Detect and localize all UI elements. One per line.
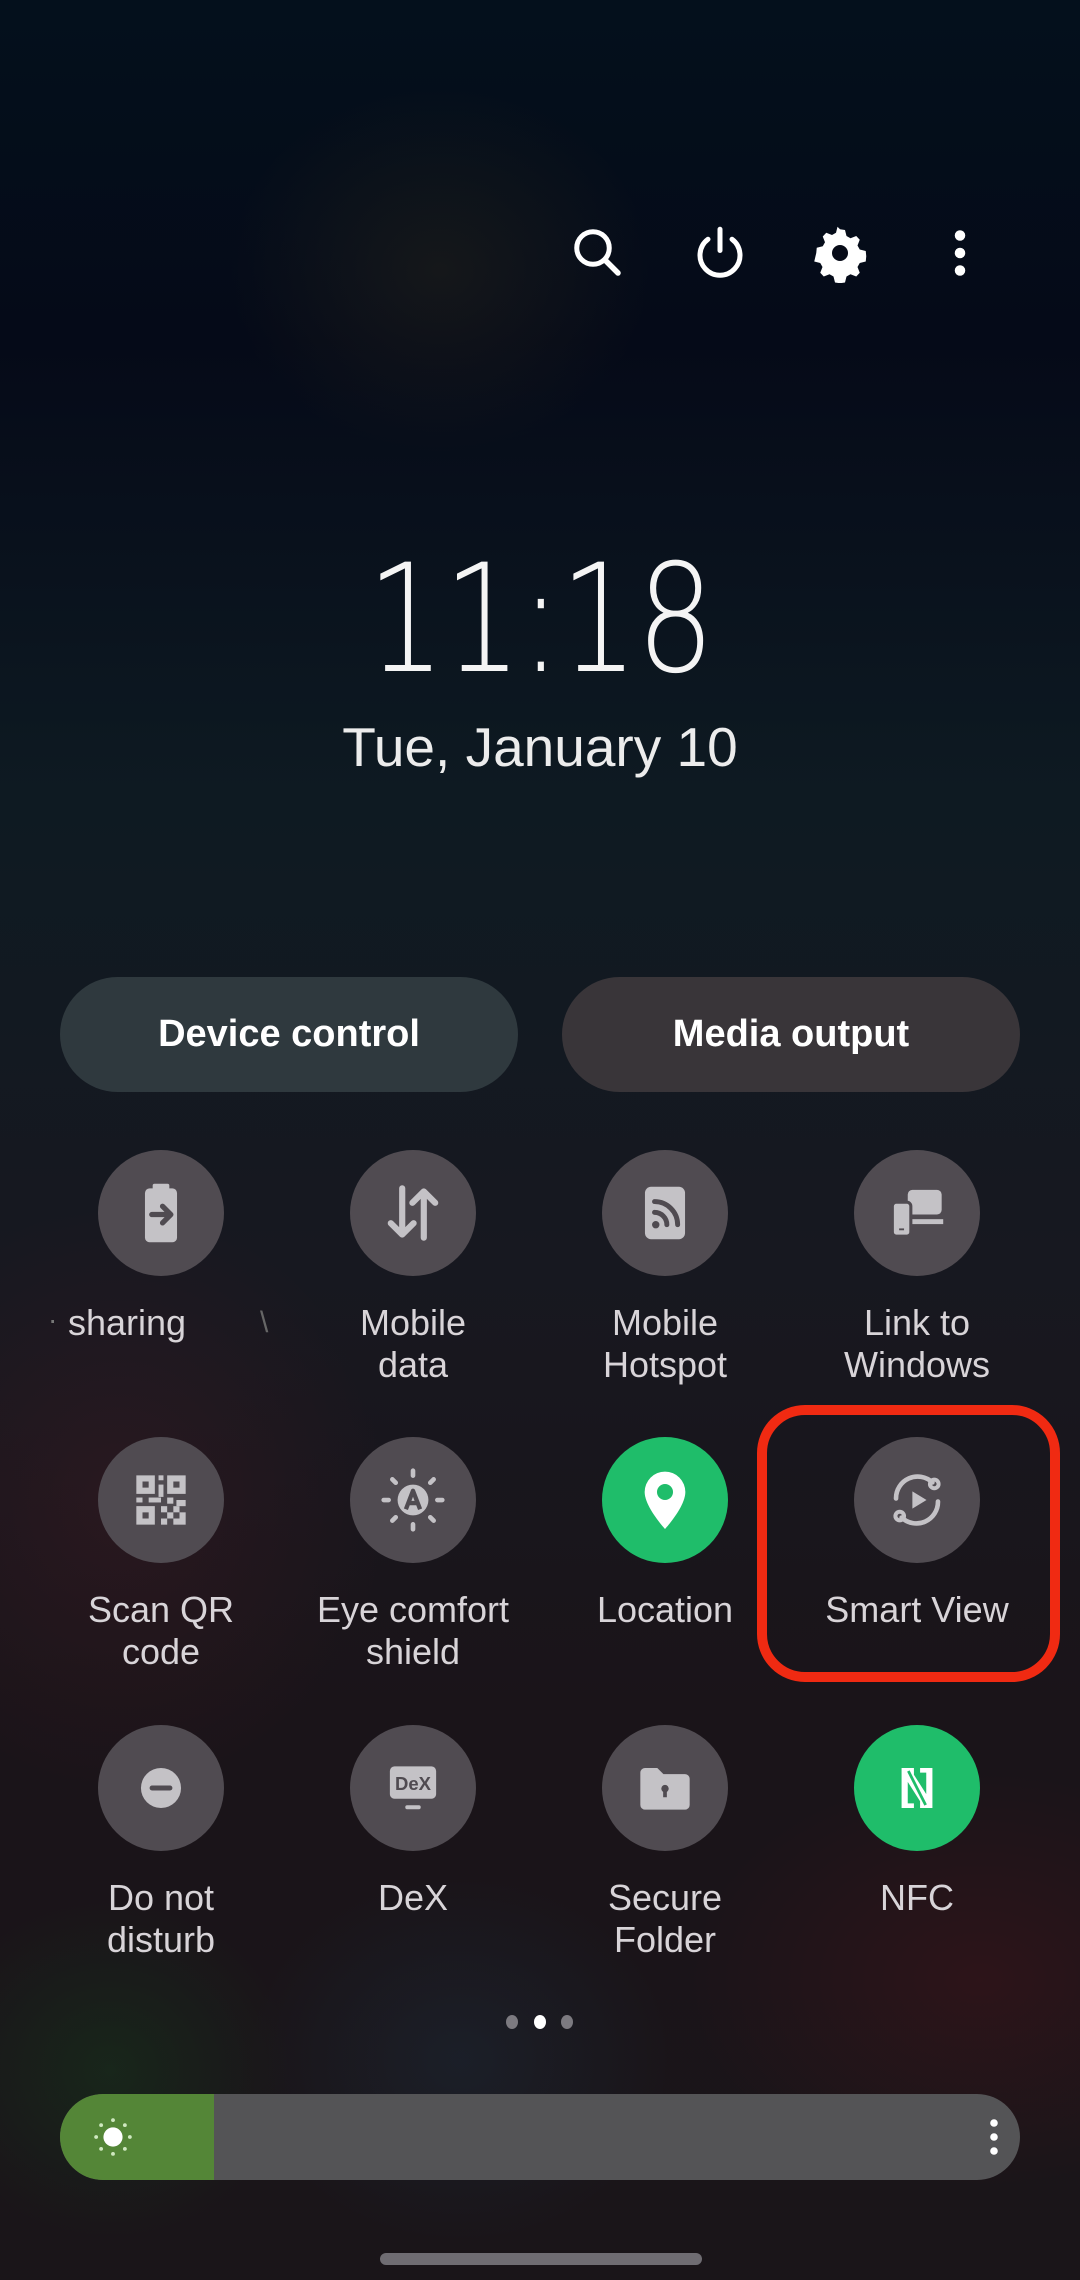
tile-label: Location — [596, 1589, 734, 1630]
media-output-button[interactable]: Media output — [562, 977, 1020, 1092]
secure-folder-icon — [628, 1751, 702, 1825]
partial-text-fragment: \ — [260, 1306, 269, 1339]
hotspot-icon — [628, 1176, 702, 1250]
location-pin-icon — [628, 1463, 702, 1537]
dex-icon: DeX — [376, 1751, 450, 1825]
tile-toggle-nfc[interactable] — [854, 1725, 980, 1851]
tile-label: Eye comfort shield — [316, 1589, 510, 1672]
tile-label: Scan QR code — [87, 1589, 235, 1672]
page-dot — [506, 2015, 518, 2029]
tile-secure-folder[interactable]: Secure Folder — [540, 1725, 790, 1961]
tile-eye-comfort-shield[interactable]: Eye comfort shield — [288, 1437, 538, 1673]
page-dot — [561, 2015, 573, 2029]
nfc-icon — [880, 1751, 954, 1825]
eye-comfort-icon — [376, 1463, 450, 1537]
power-icon — [697, 226, 743, 278]
clock-time: 11:18 — [366, 533, 715, 707]
tile-label: NFC — [880, 1877, 954, 1918]
tile-label: Mobile data — [359, 1302, 467, 1385]
battery-share-icon — [124, 1176, 198, 1250]
partial-text-fragment: · — [48, 1304, 58, 1335]
brightness-more-icon[interactable] — [970, 2113, 1018, 2161]
home-gesture-bar[interactable] — [380, 2253, 702, 2265]
tile-location[interactable]: Location — [540, 1437, 790, 1631]
tile-toggle-mobile-hotspot[interactable] — [602, 1150, 728, 1276]
page-dot — [534, 2015, 546, 2029]
tile-toggle-mobile-data[interactable] — [350, 1150, 476, 1276]
tile-mobile-data[interactable]: Mobile data — [288, 1150, 538, 1386]
tile-link-to-windows[interactable]: Link to Windows — [792, 1150, 1042, 1386]
qr-code-icon — [124, 1463, 198, 1537]
tile-toggle-smart-view[interactable] — [854, 1437, 980, 1563]
tile-toggle-do-not-disturb[interactable] — [98, 1725, 224, 1851]
tile-toggle-dex[interactable]: DeX — [350, 1725, 476, 1851]
tile-toggle-eye-comfort-shield[interactable] — [350, 1437, 476, 1563]
tile-label: Smart View — [825, 1589, 1009, 1630]
brightness-slider[interactable] — [60, 2094, 1020, 2180]
tile-label: Mobile Hotspot — [602, 1302, 728, 1385]
link-to-windows-icon — [880, 1176, 954, 1250]
tile-toggle-scan-qr-code[interactable] — [98, 1437, 224, 1563]
do-not-disturb-icon — [124, 1751, 198, 1825]
tile-toggle-location[interactable] — [602, 1437, 728, 1563]
tile-nfc[interactable]: NFC — [792, 1725, 1042, 1919]
settings-button[interactable] — [804, 217, 876, 289]
brightness-slider-fill — [60, 2094, 214, 2180]
clock-date: Tue, January 10 — [342, 716, 738, 778]
tile-toggle-sharing[interactable] — [98, 1150, 224, 1276]
tile-label: Secure Folder — [607, 1877, 723, 1960]
svg-text:DeX: DeX — [395, 1773, 432, 1794]
tile-mobile-hotspot[interactable]: Mobile Hotspot — [540, 1150, 790, 1386]
tile-label: DeX — [377, 1877, 449, 1918]
search-icon — [574, 229, 621, 276]
more-options-button[interactable] — [924, 217, 996, 289]
tile-dex[interactable]: DeX DeX — [288, 1725, 538, 1919]
more-options-icon — [954, 230, 966, 276]
device-control-button[interactable]: Device control — [60, 977, 518, 1092]
smart-view-icon — [880, 1463, 954, 1537]
tile-sharing[interactable]: sharing — [36, 1150, 286, 1344]
tile-label: Do not disturb — [106, 1877, 216, 1960]
tile-do-not-disturb[interactable]: Do not disturb — [36, 1725, 286, 1961]
tile-scan-qr-code[interactable]: Scan QR code — [36, 1437, 286, 1673]
search-button[interactable] — [562, 217, 634, 289]
tile-toggle-link-to-windows[interactable] — [854, 1150, 980, 1276]
tile-toggle-secure-folder[interactable] — [602, 1725, 728, 1851]
tile-label: sharing — [68, 1302, 187, 1343]
tile-label: Link to Windows — [843, 1302, 991, 1385]
tile-smart-view[interactable]: Smart View — [792, 1437, 1042, 1631]
mobile-data-icon — [376, 1176, 450, 1250]
settings-gear-icon — [814, 226, 867, 283]
brightness-sun-icon — [94, 2118, 132, 2156]
power-button[interactable] — [684, 217, 756, 289]
